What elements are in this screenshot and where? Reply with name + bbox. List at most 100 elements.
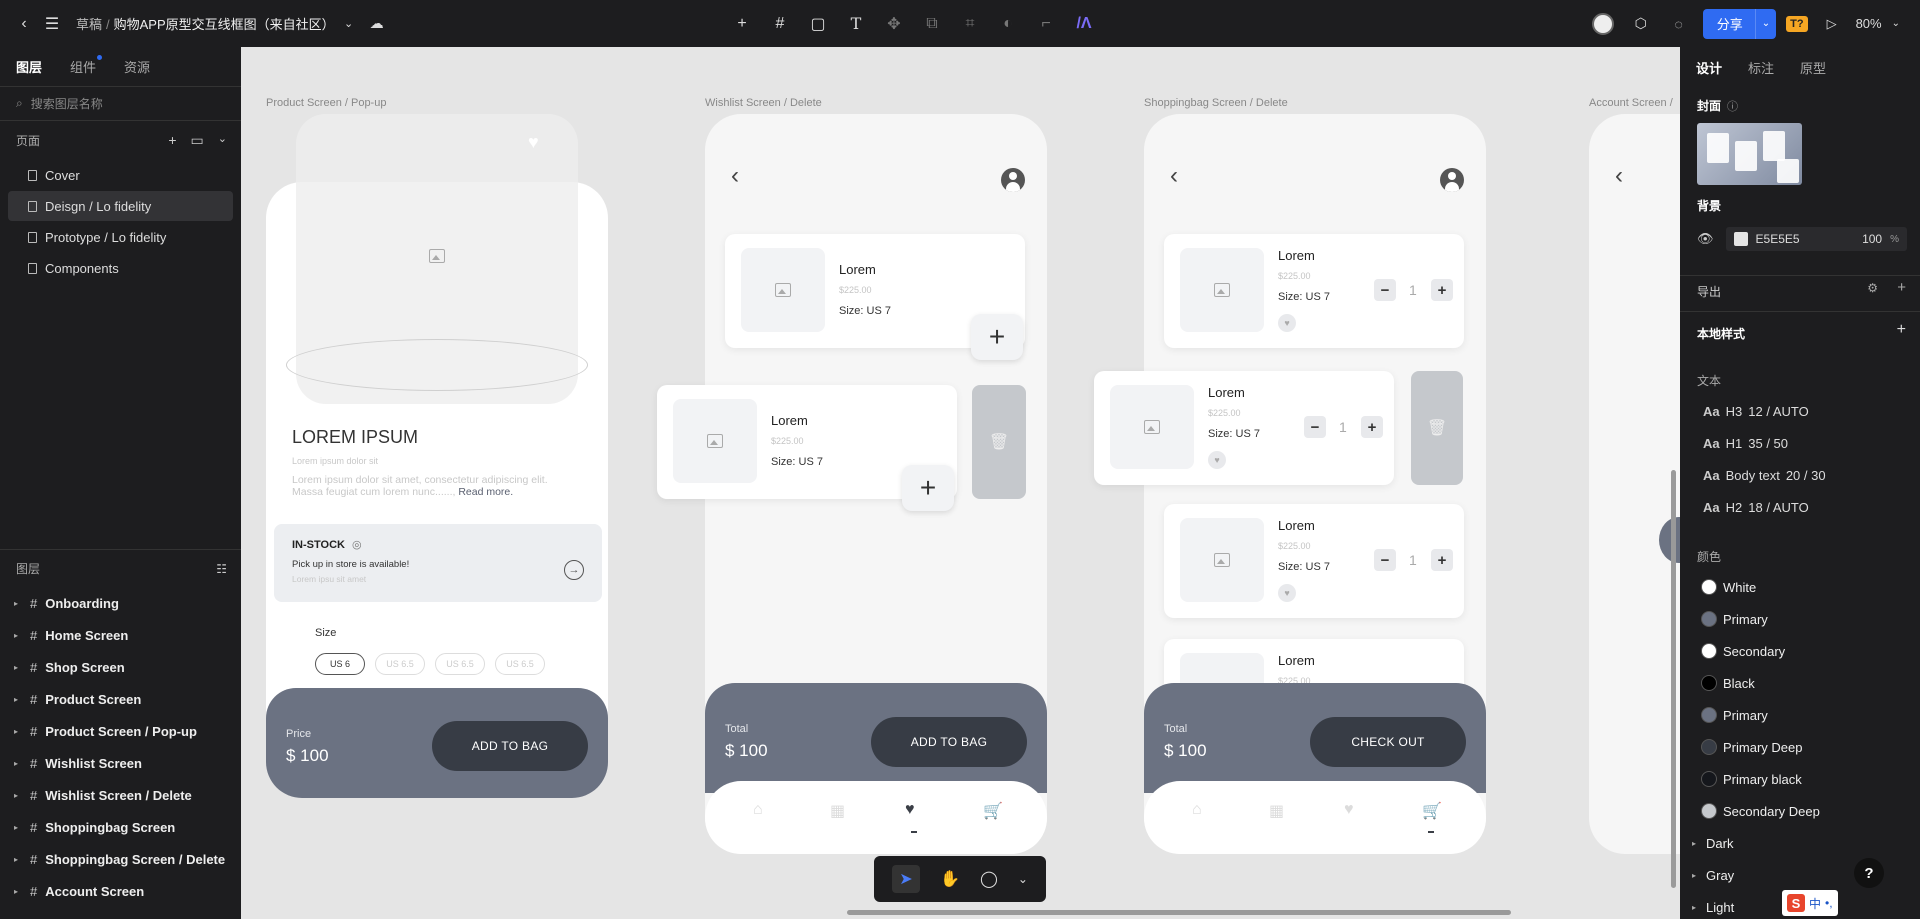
play-icon[interactable]: ▷ <box>1818 10 1846 38</box>
back-arrow-icon[interactable]: ‹ <box>10 10 38 38</box>
comment-icon[interactable]: ◯ <box>980 869 998 889</box>
tab-design[interactable]: 设计 <box>1696 58 1722 77</box>
bag-item-card-swiped[interactable]: Lorem $225.00 Size: US 7 ♥ − 1 + <box>1094 371 1394 485</box>
page-item-prototype[interactable]: Prototype / Lo fidelity <box>8 222 233 252</box>
add-style-icon[interactable]: + <box>1897 321 1906 339</box>
expand-icon[interactable]: ▸ <box>14 599 22 608</box>
expand-icon[interactable]: ▸ <box>14 727 22 736</box>
page-item-design[interactable]: Deisgn / Lo fidelity <box>8 191 233 221</box>
mask-tool-icon[interactable]: ⌗ <box>954 8 986 40</box>
expand-icon[interactable]: ▸ <box>1692 839 1696 848</box>
horizontal-scrollbar[interactable] <box>847 910 1511 915</box>
background-color-field[interactable]: E5E5E5 100 % <box>1725 227 1907 251</box>
increment-button[interactable]: + <box>1431 549 1453 571</box>
color-style-item[interactable]: Primary Deep <box>1701 735 1802 759</box>
color-style-item[interactable]: Secondary <box>1701 639 1785 663</box>
pointer-icon[interactable]: ➤ <box>892 865 920 893</box>
layer-item[interactable]: ▸ # Onboarding <box>0 587 241 619</box>
text-tool-icon[interactable]: T <box>840 8 872 40</box>
checkout-button[interactable]: CHECK OUT <box>1310 717 1466 767</box>
color-style-item[interactable]: Primary <box>1701 607 1768 631</box>
frame-label[interactable]: Wishlist Screen / Delete <box>705 97 822 109</box>
home-icon[interactable]: ⌂ <box>1192 801 1202 819</box>
heart-icon[interactable]: ♥ <box>1344 801 1354 819</box>
tab-annotate[interactable]: 标注 <box>1748 58 1774 77</box>
opacity-value[interactable]: 100 <box>1862 232 1882 246</box>
back-chevron-icon[interactable]: ‹ <box>731 162 739 190</box>
expand-icon[interactable]: ▸ <box>1692 903 1696 912</box>
page-item-cover[interactable]: Cover <box>8 160 233 190</box>
color-style-item[interactable]: Primary black <box>1701 767 1802 791</box>
cart-icon[interactable]: 🛒 <box>1422 801 1442 821</box>
frame-label[interactable]: Product Screen / Pop-up <box>266 97 386 109</box>
layer-item[interactable]: ▸ # Wishlist Screen <box>0 747 241 779</box>
trash-icon[interactable]: 🗑 <box>972 385 1026 499</box>
color-swatch[interactable] <box>1733 232 1748 246</box>
trash-icon[interactable]: 🗑 <box>1411 371 1463 485</box>
tab-prototype[interactable]: 原型 <box>1800 58 1826 77</box>
tab-components[interactable]: 组件 <box>70 55 103 76</box>
expand-icon[interactable]: ▸ <box>14 823 22 832</box>
chevron-down-icon[interactable]: ⌄ <box>335 10 363 38</box>
add-to-bag-button[interactable]: ADD TO BAG <box>871 717 1027 767</box>
product-popup-frame[interactable]: ♥ LOREM IPSUM Lorem ipsum dolor sit Lore… <box>266 114 608 798</box>
size-option-selected[interactable]: US 6 <box>315 653 365 675</box>
increment-button[interactable]: + <box>1361 416 1383 438</box>
size-option[interactable]: US 6.5 <box>495 653 545 675</box>
add-page-icon[interactable]: + <box>168 132 176 149</box>
expand-icon[interactable]: ▸ <box>14 791 22 800</box>
arrow-right-circle-icon[interactable]: → <box>564 560 584 580</box>
rectangle-tool-icon[interactable]: ▢ <box>802 8 834 40</box>
avatar[interactable] <box>1589 10 1617 38</box>
heart-icon[interactable]: ♥ <box>1278 584 1296 602</box>
home-icon[interactable]: ⌂ <box>753 801 763 819</box>
plugin-logo-icon[interactable]: /Λ <box>1068 8 1100 40</box>
bag-item-card[interactable]: Lorem $225.00 Size: US 7 ♥ − 1 + <box>1164 234 1464 348</box>
layer-item[interactable]: ▸ # Account Screen <box>0 875 241 907</box>
expand-icon[interactable]: ▸ <box>14 855 22 864</box>
search-input[interactable]: 搜索图层名称 <box>31 95 103 112</box>
heart-icon[interactable]: ♥ <box>1208 451 1226 469</box>
heart-icon[interactable]: ♥ <box>528 132 539 153</box>
zoom-chevron-icon[interactable]: ⌄ <box>1892 18 1900 29</box>
layer-item[interactable]: ▸ # Shop Screen <box>0 651 241 683</box>
heart-icon[interactable]: ♥ <box>1278 314 1296 332</box>
layer-item[interactable]: ▸ # Home Screen <box>0 619 241 651</box>
menu-icon[interactable]: ☰ <box>38 10 66 38</box>
user-icon[interactable] <box>1001 168 1025 192</box>
add-to-bag-plus-button[interactable]: + <box>902 465 954 511</box>
color-style-item[interactable]: Primary <box>1701 703 1768 727</box>
add-icon[interactable]: + <box>726 8 758 40</box>
style-group[interactable]: ▸ Dark <box>1692 831 1733 855</box>
back-chevron-icon[interactable]: ‹ <box>1170 162 1178 190</box>
layer-item[interactable]: ▸ # Product Screen <box>0 683 241 715</box>
expand-icon[interactable]: ▸ <box>14 631 22 640</box>
text-style-item[interactable]: Aa H1 35 / 50 <box>1703 431 1788 455</box>
size-option[interactable]: US 6.5 <box>375 653 425 675</box>
back-chevron-icon[interactable]: ‹ <box>1615 162 1623 190</box>
add-export-icon[interactable]: + <box>1897 279 1906 296</box>
zoom-level[interactable]: 80% <box>1856 16 1882 31</box>
plugin-icon[interactable]: ⬡ <box>1627 10 1655 38</box>
text-style-item[interactable]: Aa H2 18 / AUTO <box>1703 495 1809 519</box>
contrast-icon[interactable]: ◐ <box>992 8 1024 40</box>
increment-button[interactable]: + <box>1431 279 1453 301</box>
read-more-link[interactable]: Read more. <box>458 486 513 498</box>
lightbulb-icon[interactable]: ◌ <box>1665 10 1693 38</box>
layer-search[interactable]: ⌕ 搜索图层名称 <box>0 87 241 121</box>
color-style-item[interactable]: White <box>1701 575 1756 599</box>
chevron-down-icon[interactable]: ⌄ <box>218 132 227 149</box>
expand-icon[interactable]: ▸ <box>1692 871 1696 880</box>
component-tool-icon[interactable]: ✥ <box>878 8 910 40</box>
text-style-item[interactable]: Aa H3 12 / AUTO <box>1703 399 1809 423</box>
add-to-bag-button[interactable]: ADD TO BAG <box>432 721 588 771</box>
layer-item[interactable]: ▸ # Product Screen / Pop-up <box>0 715 241 747</box>
share-dropdown-icon[interactable]: ⌄ <box>1754 8 1776 39</box>
decrement-button[interactable]: − <box>1374 279 1396 301</box>
expand-icon[interactable]: ▸ <box>14 695 22 704</box>
user-icon[interactable] <box>1440 168 1464 192</box>
layer-item[interactable]: ▸ # Shoppingbag Screen / Delete <box>0 843 241 875</box>
boolean-tool-icon[interactable]: ⧉ <box>916 8 948 40</box>
eye-icon[interactable]: 👁 <box>1697 231 1714 247</box>
expand-icon[interactable]: ▸ <box>14 663 22 672</box>
